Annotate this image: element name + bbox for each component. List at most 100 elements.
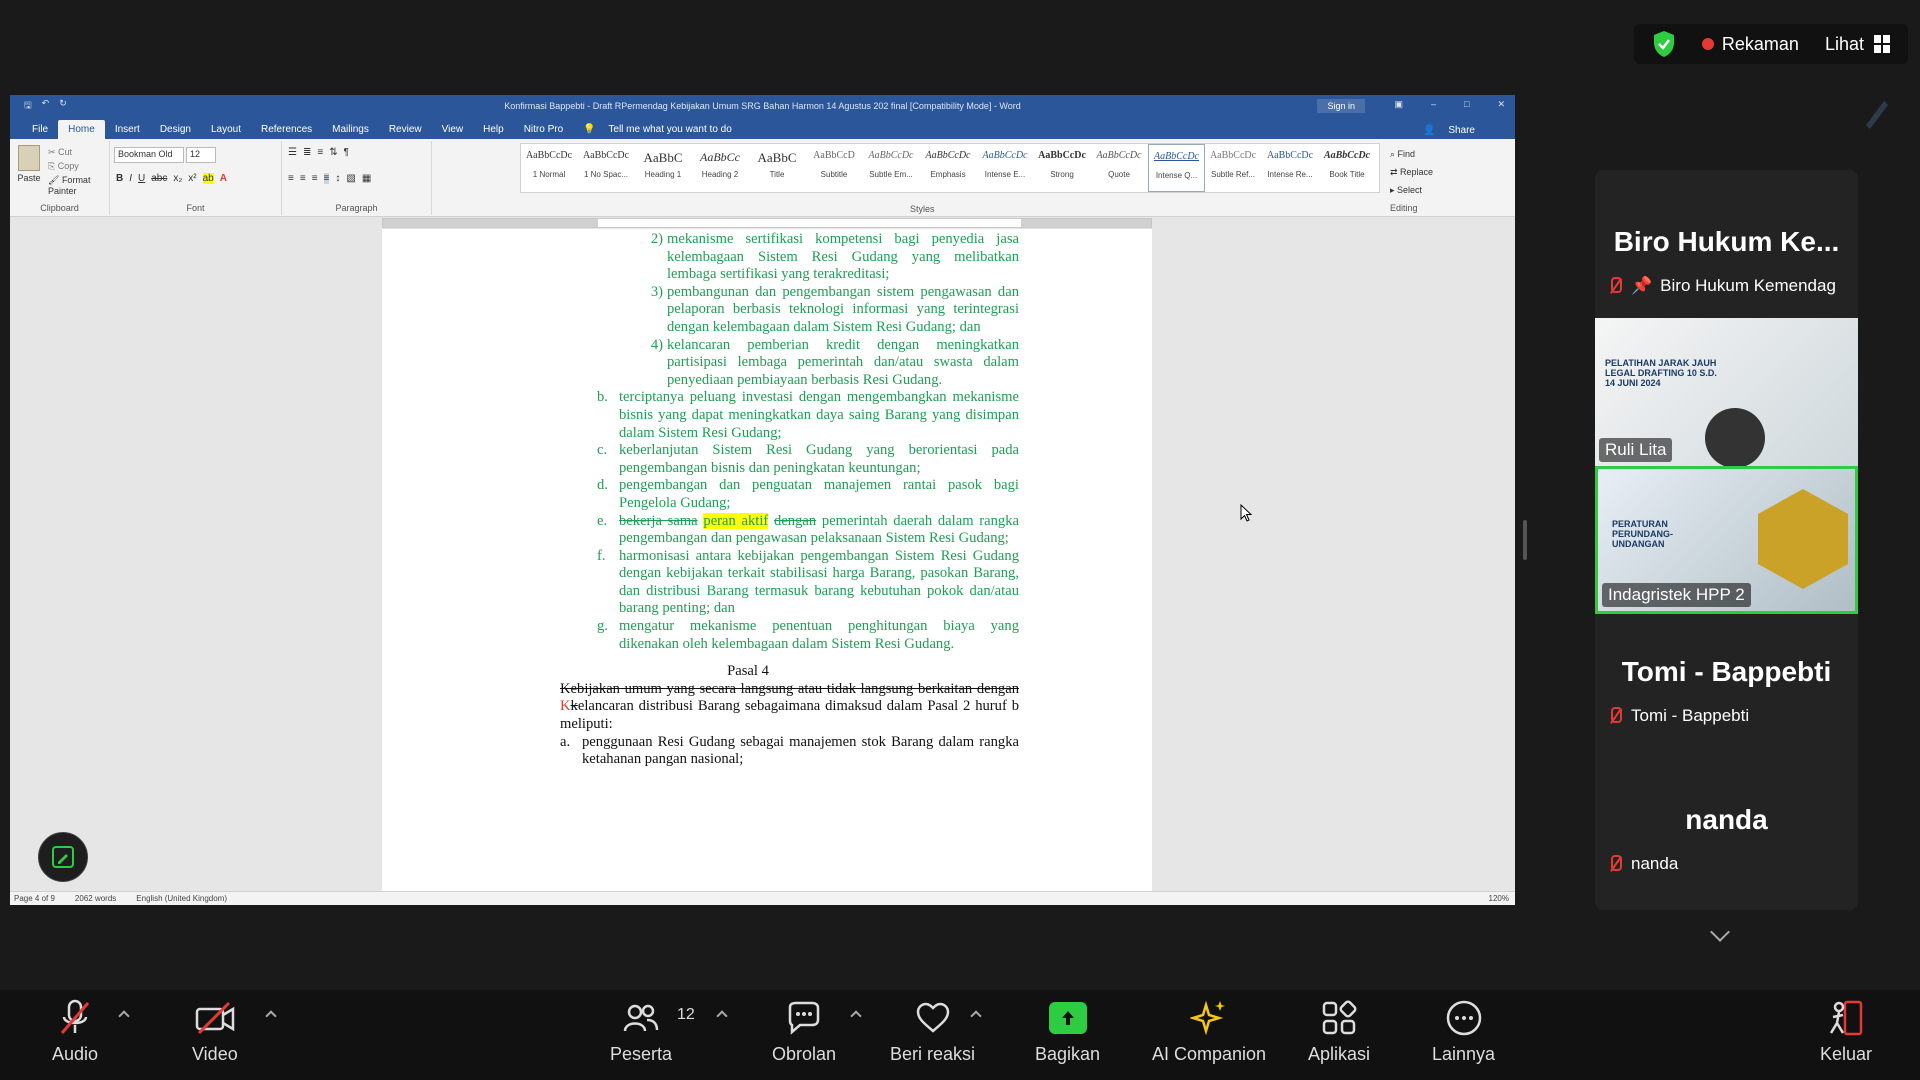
- tab-nitro-pro[interactable]: Nitro Pro: [514, 120, 573, 139]
- tab-layout[interactable]: Layout: [201, 120, 251, 139]
- pilcrow-icon[interactable]: ¶: [344, 147, 349, 158]
- participants-button[interactable]: 12 Peserta: [610, 998, 695, 1065]
- style-strong[interactable]: AaBbCcDc Strong: [1034, 144, 1091, 192]
- tab-insert[interactable]: Insert: [105, 120, 150, 139]
- security-shield-icon[interactable]: [1652, 30, 1676, 58]
- style-book-title[interactable]: AaBbCcDc Book Title: [1319, 144, 1376, 192]
- style-subtle-emphasis[interactable]: AaBbCcDc Subtle Em...: [863, 144, 920, 192]
- ribbon-display-icon[interactable]: ▣: [1394, 99, 1403, 110]
- chat-button[interactable]: Obrolan: [772, 998, 836, 1065]
- audio-button[interactable]: Audio: [52, 998, 98, 1065]
- style-normal[interactable]: AaBbCcDc 1 Normal: [521, 144, 578, 192]
- style-heading-2[interactable]: AaBbCc Heading 2: [692, 144, 749, 192]
- chevron-down-icon[interactable]: [1710, 922, 1730, 942]
- word-count[interactable]: 2062 words: [75, 894, 116, 903]
- tab-home[interactable]: Home: [58, 120, 105, 139]
- tab-help[interactable]: Help: [473, 120, 514, 139]
- find-button[interactable]: ⌕ Find: [1390, 145, 1433, 163]
- annotate-button[interactable]: [38, 832, 88, 882]
- style-intense-reference[interactable]: AaBbCcDc Intense Re...: [1262, 144, 1319, 192]
- minimize-icon[interactable]: –: [1431, 99, 1436, 110]
- zoom-level[interactable]: 120%: [1489, 894, 1509, 903]
- maximize-icon[interactable]: □: [1464, 99, 1469, 110]
- video-options-caret[interactable]: [265, 1010, 277, 1022]
- style-heading-1[interactable]: AaBbC Heading 1: [635, 144, 692, 192]
- tab-view[interactable]: View: [432, 120, 474, 139]
- shading-icon[interactable]: ▧: [346, 173, 355, 184]
- style-quote[interactable]: AaBbCcDc Quote: [1091, 144, 1148, 192]
- strikethrough-button[interactable]: abc: [151, 173, 167, 184]
- highlight-icon[interactable]: ab: [202, 173, 214, 184]
- audio-options-caret[interactable]: [118, 1010, 130, 1022]
- bold-button[interactable]: B: [116, 173, 123, 184]
- underline-button[interactable]: U: [138, 173, 145, 184]
- more-button[interactable]: Lainnya: [1432, 998, 1495, 1065]
- bullets-icon[interactable]: ☰: [288, 147, 297, 158]
- list-item: g. mengatur mekanisme penentuan penghitun…: [597, 618, 1019, 653]
- cut-button[interactable]: ✂ Cut: [48, 147, 72, 158]
- tab-references[interactable]: References: [251, 120, 322, 139]
- format-painter-button[interactable]: 🖌 Format Painter: [48, 175, 109, 196]
- font-name-select[interactable]: Bookman Old: [114, 147, 184, 163]
- align-right-icon[interactable]: ≡: [312, 173, 318, 184]
- align-left-icon[interactable]: ≡: [288, 173, 294, 184]
- view-button[interactable]: Lihat: [1825, 34, 1890, 55]
- tab-design[interactable]: Design: [150, 120, 201, 139]
- share-button[interactable]: 👤 Share: [1413, 121, 1495, 140]
- document-page[interactable]: 2) mekanisme sertifikasi kompetensi bagi …: [382, 229, 1152, 891]
- participants-options-caret[interactable]: [716, 1010, 728, 1022]
- italic-button[interactable]: I: [129, 173, 132, 184]
- tab-review[interactable]: Review: [379, 120, 432, 139]
- borders-icon[interactable]: ▦: [362, 173, 371, 184]
- participant-tile-tomi[interactable]: Tomi - Bappebti Tomi - Bappebti: [1595, 614, 1858, 762]
- share-screen-button[interactable]: Bagikan: [1035, 998, 1100, 1065]
- select-label: Select: [1397, 185, 1423, 195]
- ai-companion-button[interactable]: AI Companion: [1152, 998, 1266, 1065]
- language[interactable]: English (United Kingdom): [136, 894, 227, 903]
- chat-options-caret[interactable]: [850, 1010, 862, 1022]
- tab-file[interactable]: File: [22, 120, 58, 139]
- font-size-select[interactable]: 12: [186, 147, 216, 163]
- video-button[interactable]: Video: [192, 998, 238, 1065]
- participant-video-ruli[interactable]: PELATIHAN JARAK JAUH LEGAL DRAFTING 10 S…: [1595, 318, 1858, 466]
- react-button[interactable]: Beri reaksi: [890, 998, 975, 1065]
- apps-button[interactable]: Aplikasi: [1308, 998, 1370, 1065]
- paste-button[interactable]: Paste: [16, 145, 42, 185]
- page-count[interactable]: Page 4 of 9: [14, 894, 55, 903]
- recording-indicator[interactable]: Rekaman: [1701, 34, 1799, 55]
- align-center-icon[interactable]: ≡: [300, 173, 306, 184]
- close-icon[interactable]: ✕: [1497, 99, 1505, 110]
- leave-button[interactable]: Keluar: [1820, 998, 1872, 1065]
- style-emphasis[interactable]: AaBbCcDc Emphasis: [920, 144, 977, 192]
- pencil-annotate-icon[interactable]: [1862, 95, 1890, 131]
- participant-tile-biro[interactable]: Biro Hukum Ke... 📌 Biro Hukum Kemendag: [1595, 170, 1858, 318]
- copy-button[interactable]: ⎘ Copy: [48, 161, 79, 172]
- style-preview: AaBbCcDc: [1323, 150, 1371, 161]
- font-color-icon[interactable]: A: [220, 173, 227, 184]
- multilevel-icon[interactable]: ≡: [317, 147, 323, 158]
- list-text: kelancaran pemberian kredit dengan menin…: [667, 336, 1019, 388]
- more-label: Lainnya: [1432, 1044, 1496, 1064]
- style-intense-emphasis[interactable]: AaBbCcDc Intense E...: [977, 144, 1034, 192]
- participant-video-indagristek[interactable]: PERATURAN PERUNDANG-UNDANGAN Indagristek…: [1595, 466, 1858, 614]
- superscript-button[interactable]: x²: [188, 173, 196, 184]
- subscript-button[interactable]: x₂: [173, 173, 182, 184]
- horizontal-ruler[interactable]: [10, 217, 1515, 229]
- replace-button[interactable]: ⇄ Replace: [1390, 163, 1433, 181]
- style-intense-quote[interactable]: AaBbCcDc Intense Q...: [1148, 144, 1205, 192]
- sign-in-button[interactable]: Sign in: [1317, 99, 1365, 113]
- document-area[interactable]: 2) mekanisme sertifikasi kompetensi bagi …: [10, 229, 1515, 891]
- panel-splitter[interactable]: [1523, 520, 1527, 560]
- tab-mailings[interactable]: Mailings: [322, 120, 379, 139]
- tell-me-search[interactable]: 💡 Tell me what you want to do: [573, 120, 752, 139]
- justify-icon[interactable]: ≡: [323, 173, 330, 184]
- style-subtle-reference[interactable]: AaBbCcDc Subtle Ref...: [1205, 144, 1262, 192]
- line-spacing-icon[interactable]: ↕: [335, 173, 340, 184]
- style-no-spacing[interactable]: AaBbCcDc 1 No Spac...: [578, 144, 635, 192]
- sort-icon[interactable]: ⇅: [329, 147, 337, 158]
- select-button[interactable]: ▸ Select: [1390, 181, 1433, 199]
- numbering-icon[interactable]: ≣: [303, 147, 311, 158]
- style-title[interactable]: AaBbC Title: [749, 144, 806, 192]
- style-subtitle[interactable]: AaBbCcD Subtitle: [806, 144, 863, 192]
- participant-tile-nanda[interactable]: nanda nanda: [1595, 762, 1858, 910]
